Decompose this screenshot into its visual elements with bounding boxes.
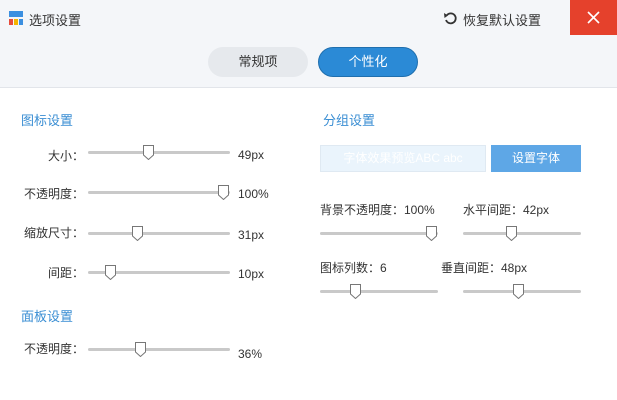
opacity-value: 100% — [238, 187, 269, 201]
columns-label: 图标列数：6 — [320, 261, 387, 275]
bg-opacity-label: 背景不透明度：100% — [320, 203, 435, 217]
slider-track — [463, 232, 581, 235]
font-preview: 字体效果预览ABC abc — [320, 145, 486, 172]
slider-thumb[interactable] — [512, 284, 524, 299]
restore-icon[interactable] — [443, 11, 458, 26]
columns-slider[interactable] — [320, 284, 438, 300]
slider-track — [88, 232, 230, 235]
size-label: 大小： — [47, 149, 84, 163]
window-title: 选项设置 — [29, 13, 82, 28]
slider-thumb[interactable] — [134, 342, 146, 357]
panel-opacity-label: 不透明度： — [23, 342, 84, 356]
slider-track — [88, 151, 230, 154]
v-spacing-label: 垂直间距：48px — [441, 261, 528, 275]
slider-track — [88, 191, 230, 194]
panel-opacity-slider[interactable] — [88, 342, 230, 358]
slider-thumb[interactable] — [142, 145, 154, 160]
bg-opacity-slider[interactable] — [320, 226, 438, 242]
size-value: 49px — [238, 148, 265, 162]
panel-opacity-value: 36% — [238, 347, 263, 361]
slider-thumb[interactable] — [104, 265, 116, 280]
settings-app-icon — [9, 11, 23, 25]
opacity-slider[interactable] — [88, 185, 230, 201]
h-spacing-slider[interactable] — [463, 226, 581, 242]
tab-bar: 常规项 个性化 — [0, 35, 617, 88]
slider-thumb[interactable] — [426, 226, 437, 241]
h-spacing-label: 水平间距：42px — [463, 203, 550, 217]
restore-defaults-button[interactable]: 恢复默认设置 — [463, 10, 541, 29]
group-settings-title: 分组设置 — [323, 113, 376, 128]
v-spacing-slider[interactable] — [463, 284, 581, 300]
close-button[interactable] — [570, 0, 617, 35]
scale-value: 31px — [238, 228, 265, 242]
scale-label: 缩放尺寸： — [23, 226, 84, 240]
slider-track — [320, 290, 438, 293]
panel-settings-title: 面板设置 — [21, 309, 74, 324]
tab-general[interactable]: 常规项 — [208, 47, 308, 77]
spacing-label: 间距： — [47, 266, 84, 280]
title-bar: 选项设置 恢复默认设置 — [0, 0, 617, 35]
slider-thumb[interactable] — [218, 185, 229, 200]
spacing-slider[interactable] — [88, 265, 230, 281]
slider-thumb[interactable] — [506, 226, 518, 241]
slider-thumb[interactable] — [132, 226, 144, 241]
icon-settings-title: 图标设置 — [21, 113, 74, 128]
opacity-label: 不透明度： — [23, 187, 84, 201]
slider-track — [320, 232, 438, 235]
slider-thumb[interactable] — [349, 284, 361, 299]
close-icon — [587, 11, 600, 24]
spacing-value: 10px — [238, 267, 265, 281]
size-slider[interactable] — [88, 145, 230, 161]
set-font-button[interactable]: 设置字体 — [491, 145, 581, 172]
tab-personalize[interactable]: 个性化 — [318, 47, 418, 77]
slider-track — [88, 348, 230, 351]
scale-slider[interactable] — [88, 226, 230, 242]
